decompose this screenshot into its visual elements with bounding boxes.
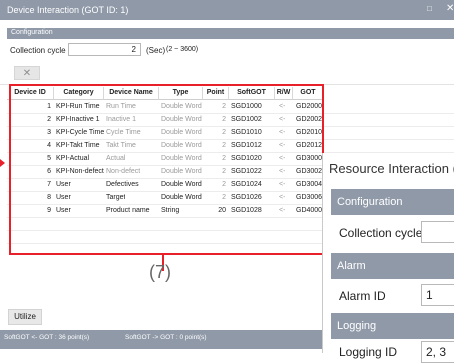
collection-cycle-input[interactable]	[68, 43, 141, 56]
window-title: Device Interaction (GOT ID: 1)	[7, 5, 129, 15]
overlay-logging-id-input[interactable]	[421, 341, 454, 363]
resource-interaction-window: Resource Interaction ( Configuration Col…	[322, 153, 454, 363]
configuration-header-label: Configuration	[11, 29, 53, 36]
overlay-configuration-header: Configuration	[331, 189, 454, 215]
overlay-alarm-header: Alarm	[331, 253, 454, 279]
configuration-header: Configuration	[7, 28, 454, 39]
overlay-alarm-label: Alarm	[337, 260, 366, 272]
overlay-logging-label: Logging	[337, 320, 377, 332]
delete-button[interactable]: ✕	[14, 66, 40, 80]
overlay-alarm-id-input[interactable]	[421, 284, 454, 306]
status-softgot-to-got: SoftGOT -> GOT : 0 point(s)	[125, 334, 207, 341]
overlay-logging-header: Logging	[331, 313, 454, 339]
overlay-alarm-id-label: Alarm ID	[339, 289, 386, 303]
status-got-to-softgot: SoftGOT <- GOT : 36 point(s)	[4, 334, 90, 341]
maximize-icon[interactable]: □	[427, 4, 432, 13]
collection-cycle-unit: (Sec)	[146, 46, 166, 55]
collection-cycle-range: (2 ~ 3600)	[166, 46, 199, 53]
title-bar: Device Interaction (GOT ID: 1) □ ✕	[0, 0, 454, 20]
overlay-title: Resource Interaction (	[329, 161, 454, 176]
arrow-right-icon	[0, 159, 5, 167]
highlight-box	[9, 84, 324, 255]
overlay-logging-id-label: Logging ID	[339, 345, 398, 359]
device-interaction-window: Device Interaction (GOT ID: 1) □ ✕ Confi…	[0, 0, 454, 363]
overlay-collection-cycle-input[interactable]	[421, 221, 454, 243]
overlay-collection-cycle-label: Collection cycle	[339, 226, 423, 240]
close-icon[interactable]: ✕	[446, 3, 454, 14]
utilize-button[interactable]: Utilize	[8, 309, 42, 325]
collection-cycle-label: Collection cycle	[10, 46, 66, 55]
close-icon: ✕	[22, 68, 32, 79]
overlay-configuration-label: Configuration	[337, 196, 403, 208]
callout-number: (7)	[149, 262, 171, 282]
